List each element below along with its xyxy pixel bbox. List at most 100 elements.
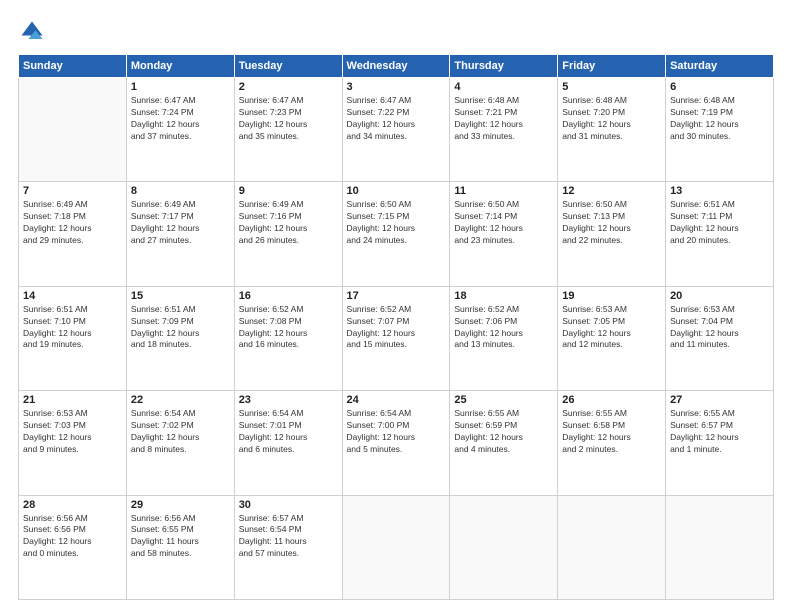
- day-info: Sunrise: 6:52 AM Sunset: 7:06 PM Dayligh…: [454, 304, 553, 352]
- day-cell: 22 Sunrise: 6:54 AM Sunset: 7:02 PM Dayli…: [126, 391, 234, 495]
- day-number: 2: [239, 81, 338, 93]
- day-info: Sunrise: 6:53 AM Sunset: 7:03 PM Dayligh…: [23, 408, 122, 456]
- day-info: Sunrise: 6:54 AM Sunset: 7:00 PM Dayligh…: [347, 408, 446, 456]
- day-info: Sunrise: 6:50 AM Sunset: 7:13 PM Dayligh…: [562, 199, 661, 247]
- day-cell: 30Sunrise: 6:57 AM Sunset: 6:54 PM Dayli…: [234, 495, 342, 599]
- weekday-header-saturday: Saturday: [666, 55, 774, 78]
- day-info: Sunrise: 6:48 AM Sunset: 7:20 PM Dayligh…: [562, 95, 661, 143]
- week-row-4: 21 Sunrise: 6:53 AM Sunset: 7:03 PM Dayli…: [19, 391, 774, 495]
- day-cell: 17 Sunrise: 6:52 AM Sunset: 7:07 PM Dayli…: [342, 286, 450, 390]
- day-cell: [342, 495, 450, 599]
- day-info: Sunrise: 6:50 AM Sunset: 7:14 PM Dayligh…: [454, 199, 553, 247]
- weekday-header-row: SundayMondayTuesdayWednesdayThursdayFrid…: [19, 55, 774, 78]
- day-info: Sunrise: 6:49 AM Sunset: 7:18 PM Dayligh…: [23, 199, 122, 247]
- day-number: 9: [239, 185, 338, 197]
- day-number: 12: [562, 185, 661, 197]
- day-number: 13: [670, 185, 769, 197]
- day-number: 23: [239, 394, 338, 406]
- day-info: Sunrise: 6:52 AM Sunset: 7:07 PM Dayligh…: [347, 304, 446, 352]
- day-info: Sunrise: 6:57 AM Sunset: 6:54 PM Dayligh…: [239, 513, 338, 561]
- day-number: 21: [23, 394, 122, 406]
- day-number: 17: [347, 290, 446, 302]
- weekday-header-sunday: Sunday: [19, 55, 127, 78]
- day-info: Sunrise: 6:48 AM Sunset: 7:19 PM Dayligh…: [670, 95, 769, 143]
- day-cell: 10Sunrise: 6:50 AM Sunset: 7:15 PM Dayli…: [342, 182, 450, 286]
- day-number: 22: [131, 394, 230, 406]
- day-number: 27: [670, 394, 769, 406]
- day-cell: 20Sunrise: 6:53 AM Sunset: 7:04 PM Dayli…: [666, 286, 774, 390]
- day-cell: 2 Sunrise: 6:47 AM Sunset: 7:23 PM Daylig…: [234, 78, 342, 182]
- day-info: Sunrise: 6:54 AM Sunset: 7:01 PM Dayligh…: [239, 408, 338, 456]
- day-number: 8: [131, 185, 230, 197]
- day-info: Sunrise: 6:51 AM Sunset: 7:10 PM Dayligh…: [23, 304, 122, 352]
- day-number: 25: [454, 394, 553, 406]
- day-number: 6: [670, 81, 769, 93]
- day-info: Sunrise: 6:53 AM Sunset: 7:05 PM Dayligh…: [562, 304, 661, 352]
- day-number: 28: [23, 499, 122, 511]
- day-cell: 25 Sunrise: 6:55 AM Sunset: 6:59 PM Dayli…: [450, 391, 558, 495]
- day-cell: 5 Sunrise: 6:48 AM Sunset: 7:20 PM Daylig…: [558, 78, 666, 182]
- day-number: 24: [347, 394, 446, 406]
- day-cell: 7 Sunrise: 6:49 AM Sunset: 7:18 PM Daylig…: [19, 182, 127, 286]
- weekday-header-friday: Friday: [558, 55, 666, 78]
- day-number: 1: [131, 81, 230, 93]
- day-cell: [19, 78, 127, 182]
- day-number: 5: [562, 81, 661, 93]
- day-cell: 16Sunrise: 6:52 AM Sunset: 7:08 PM Dayli…: [234, 286, 342, 390]
- day-cell: 9 Sunrise: 6:49 AM Sunset: 7:16 PM Daylig…: [234, 182, 342, 286]
- day-info: Sunrise: 6:47 AM Sunset: 7:23 PM Dayligh…: [239, 95, 338, 143]
- day-number: 29: [131, 499, 230, 511]
- logo: [18, 18, 50, 46]
- day-number: 15: [131, 290, 230, 302]
- logo-icon: [18, 18, 46, 46]
- day-info: Sunrise: 6:55 AM Sunset: 6:59 PM Dayligh…: [454, 408, 553, 456]
- day-number: 11: [454, 185, 553, 197]
- day-number: 14: [23, 290, 122, 302]
- day-number: 7: [23, 185, 122, 197]
- day-number: 3: [347, 81, 446, 93]
- weekday-header-wednesday: Wednesday: [342, 55, 450, 78]
- day-cell: 21 Sunrise: 6:53 AM Sunset: 7:03 PM Dayli…: [19, 391, 127, 495]
- day-cell: 3 Sunrise: 6:47 AM Sunset: 7:22 PM Daylig…: [342, 78, 450, 182]
- day-info: Sunrise: 6:55 AM Sunset: 6:58 PM Dayligh…: [562, 408, 661, 456]
- day-cell: 12 Sunrise: 6:50 AM Sunset: 7:13 PM Dayli…: [558, 182, 666, 286]
- calendar-table: SundayMondayTuesdayWednesdayThursdayFrid…: [18, 54, 774, 600]
- day-cell: 15 Sunrise: 6:51 AM Sunset: 7:09 PM Dayli…: [126, 286, 234, 390]
- day-cell: 23 Sunrise: 6:54 AM Sunset: 7:01 PM Dayli…: [234, 391, 342, 495]
- day-info: Sunrise: 6:51 AM Sunset: 7:09 PM Dayligh…: [131, 304, 230, 352]
- day-cell: 26 Sunrise: 6:55 AM Sunset: 6:58 PM Dayli…: [558, 391, 666, 495]
- day-info: Sunrise: 6:49 AM Sunset: 7:16 PM Dayligh…: [239, 199, 338, 247]
- day-cell: 14 Sunrise: 6:51 AM Sunset: 7:10 PM Dayli…: [19, 286, 127, 390]
- day-cell: 27Sunrise: 6:55 AM Sunset: 6:57 PM Dayli…: [666, 391, 774, 495]
- day-info: Sunrise: 6:53 AM Sunset: 7:04 PM Dayligh…: [670, 304, 769, 352]
- day-info: Sunrise: 6:48 AM Sunset: 7:21 PM Dayligh…: [454, 95, 553, 143]
- day-cell: 24 Sunrise: 6:54 AM Sunset: 7:00 PM Dayli…: [342, 391, 450, 495]
- week-row-1: 1Sunrise: 6:47 AM Sunset: 7:24 PM Daylig…: [19, 78, 774, 182]
- day-number: 16: [239, 290, 338, 302]
- day-info: Sunrise: 6:56 AM Sunset: 6:55 PM Dayligh…: [131, 513, 230, 561]
- day-cell: [450, 495, 558, 599]
- day-number: 10: [347, 185, 446, 197]
- week-row-5: 28Sunrise: 6:56 AM Sunset: 6:56 PM Dayli…: [19, 495, 774, 599]
- day-info: Sunrise: 6:51 AM Sunset: 7:11 PM Dayligh…: [670, 199, 769, 247]
- day-cell: [666, 495, 774, 599]
- day-cell: 8 Sunrise: 6:49 AM Sunset: 7:17 PM Daylig…: [126, 182, 234, 286]
- day-cell: 19 Sunrise: 6:53 AM Sunset: 7:05 PM Dayli…: [558, 286, 666, 390]
- day-number: 26: [562, 394, 661, 406]
- day-number: 18: [454, 290, 553, 302]
- page: SundayMondayTuesdayWednesdayThursdayFrid…: [0, 0, 792, 612]
- day-number: 4: [454, 81, 553, 93]
- day-cell: 11 Sunrise: 6:50 AM Sunset: 7:14 PM Dayli…: [450, 182, 558, 286]
- weekday-header-tuesday: Tuesday: [234, 55, 342, 78]
- day-cell: 28Sunrise: 6:56 AM Sunset: 6:56 PM Dayli…: [19, 495, 127, 599]
- weekday-header-monday: Monday: [126, 55, 234, 78]
- day-cell: 13 Sunrise: 6:51 AM Sunset: 7:11 PM Dayli…: [666, 182, 774, 286]
- day-info: Sunrise: 6:54 AM Sunset: 7:02 PM Dayligh…: [131, 408, 230, 456]
- header: [18, 18, 774, 46]
- day-cell: 1Sunrise: 6:47 AM Sunset: 7:24 PM Daylig…: [126, 78, 234, 182]
- day-number: 19: [562, 290, 661, 302]
- day-cell: [558, 495, 666, 599]
- week-row-3: 14 Sunrise: 6:51 AM Sunset: 7:10 PM Dayli…: [19, 286, 774, 390]
- day-info: Sunrise: 6:47 AM Sunset: 7:22 PM Dayligh…: [347, 95, 446, 143]
- day-info: Sunrise: 6:49 AM Sunset: 7:17 PM Dayligh…: [131, 199, 230, 247]
